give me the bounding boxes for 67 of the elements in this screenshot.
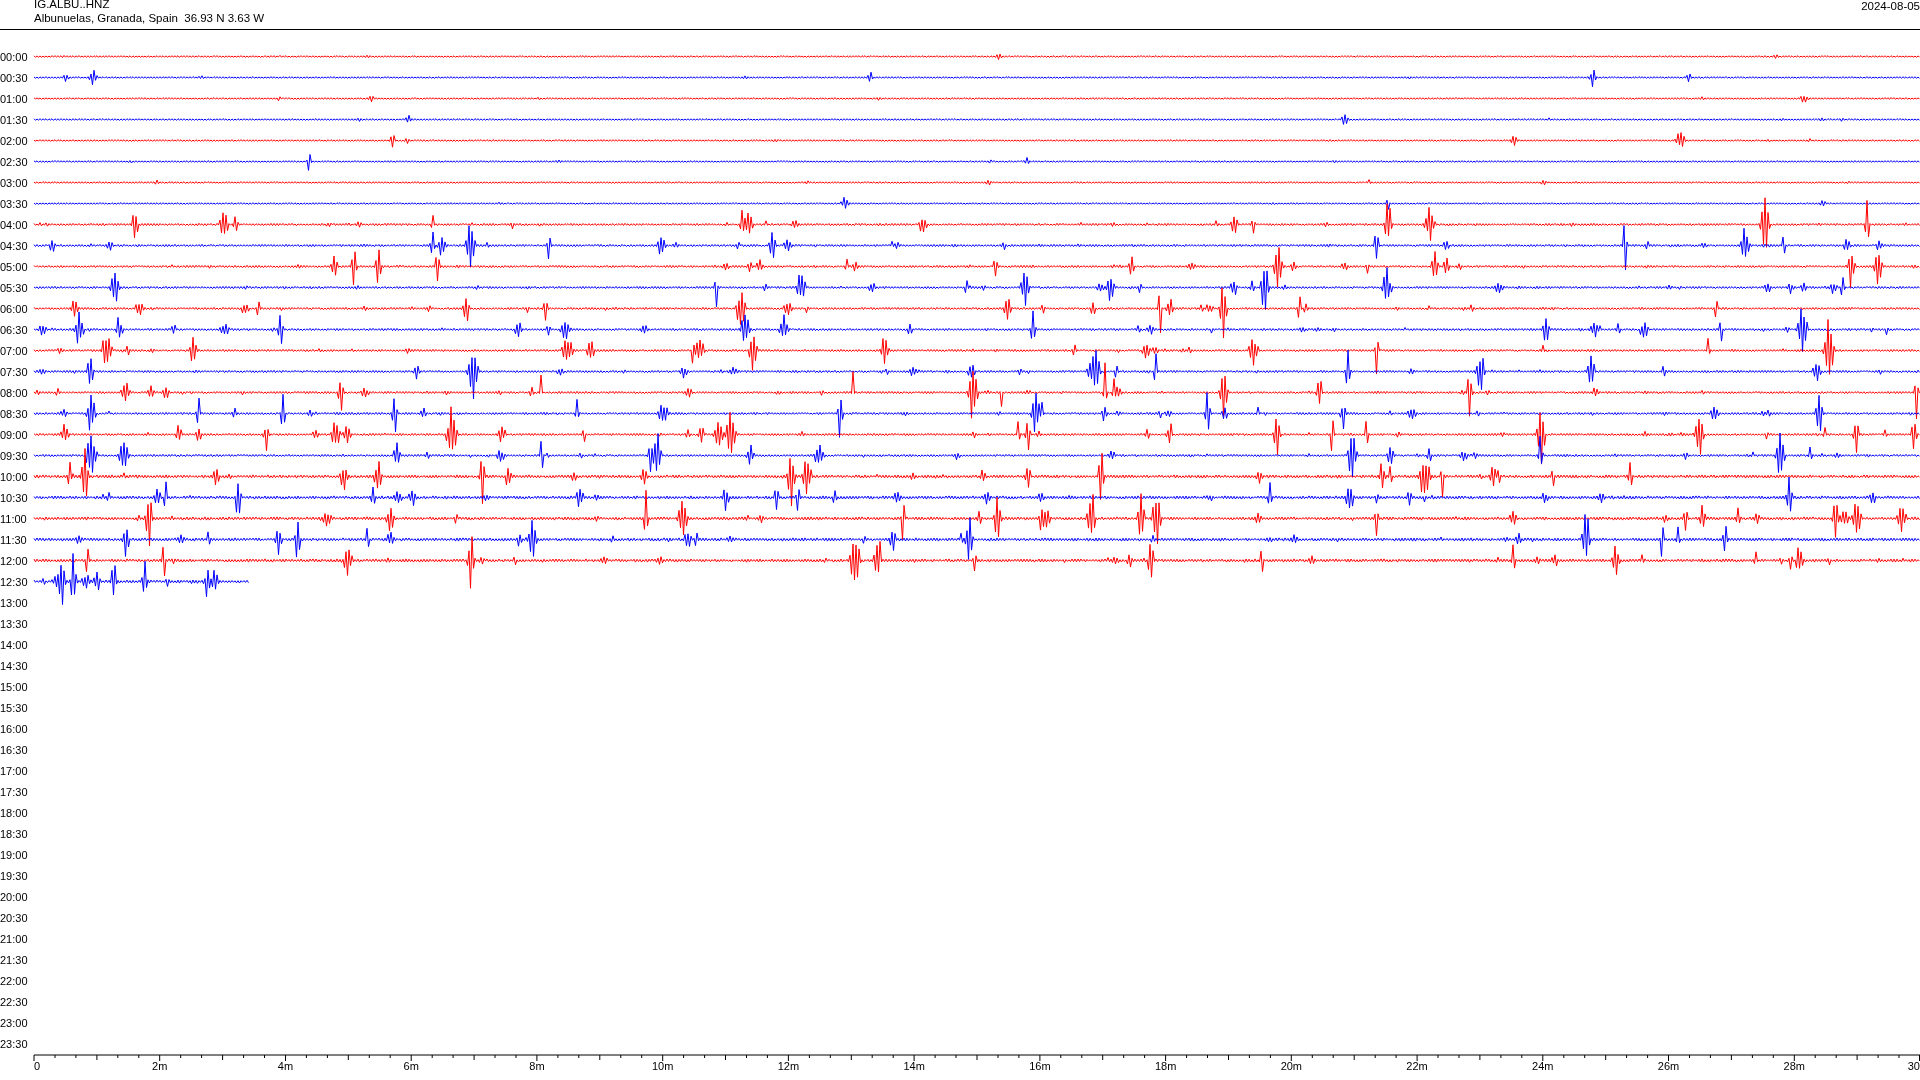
- time-label: 13:30: [0, 617, 29, 630]
- time-label: 04:30: [0, 239, 29, 252]
- time-label: 21:00: [0, 932, 29, 945]
- time-label: 22:00: [0, 974, 29, 987]
- time-label: 16:30: [0, 743, 29, 756]
- time-label: 23:00: [0, 1016, 29, 1029]
- axis-tick-label: 6m: [403, 1060, 419, 1072]
- time-label: 19:30: [0, 869, 29, 882]
- time-label: 11:30: [0, 533, 28, 546]
- axis-tick-label: 30: [1907, 1060, 1920, 1072]
- station-code: IG.ALBU..HNZ: [34, 0, 111, 11]
- axis-tick-label: 12m: [777, 1060, 800, 1072]
- time-label: 20:30: [0, 911, 29, 924]
- time-label: 17:30: [0, 785, 29, 798]
- time-label: 10:00: [0, 470, 29, 483]
- axis-tick-label: 2m: [152, 1060, 168, 1072]
- time-label: 19:00: [0, 848, 29, 861]
- axis-tick-label: 22m: [1406, 1060, 1428, 1072]
- time-label: 05:00: [0, 260, 29, 273]
- time-label: 14:00: [0, 638, 29, 651]
- time-label: 08:00: [0, 386, 29, 399]
- time-label: 01:00: [0, 92, 29, 105]
- time-label: 17:00: [0, 764, 29, 777]
- time-label: 09:30: [0, 449, 29, 462]
- axis-tick-label: 18m: [1154, 1060, 1177, 1072]
- time-label: 11:00: [0, 512, 28, 525]
- axis-tick-label: 16m: [1029, 1060, 1051, 1072]
- axis-tick-label: 4m: [277, 1060, 294, 1072]
- axis-tick-label: 26m: [1657, 1060, 1680, 1072]
- time-label: 02:00: [0, 134, 29, 147]
- time-label: 04:00: [0, 218, 29, 231]
- time-label: 00:00: [0, 50, 29, 63]
- axis-tick-label: 24m: [1532, 1060, 1554, 1072]
- time-label: 23:30: [0, 1037, 29, 1050]
- axis-tick-label: 10m: [651, 1060, 674, 1072]
- time-label: 20:00: [0, 890, 29, 903]
- time-label: 01:30: [0, 113, 29, 126]
- time-label: 12:30: [0, 575, 29, 588]
- axis-tick-label: 20m: [1280, 1060, 1303, 1072]
- time-label: 03:00: [0, 176, 29, 189]
- time-label: 06:30: [0, 323, 29, 336]
- time-label: 22:30: [0, 995, 29, 1008]
- axis-tick-label: 0: [34, 1060, 41, 1072]
- time-label: 12:00: [0, 554, 29, 567]
- time-label: 07:30: [0, 365, 29, 378]
- axis-tick-label: 14m: [903, 1060, 925, 1072]
- time-label: 00:30: [0, 71, 29, 84]
- time-label: 09:00: [0, 428, 29, 441]
- time-label: 03:30: [0, 197, 29, 210]
- time-label: 15:30: [0, 701, 29, 714]
- time-label: 02:30: [0, 155, 29, 168]
- time-label: 15:00: [0, 680, 29, 693]
- axis-tick-label: 28m: [1783, 1060, 1805, 1072]
- axis-tick-label: 8m: [529, 1060, 545, 1072]
- plot-date: 2024-08-05: [1861, 0, 1920, 13]
- time-label: 21:30: [0, 953, 29, 966]
- time-label: 16:00: [0, 722, 29, 735]
- time-label: 13:00: [0, 596, 29, 609]
- time-label: 14:30: [0, 659, 29, 672]
- time-label: 08:30: [0, 407, 29, 420]
- time-label: 06:00: [0, 302, 29, 315]
- station-location: Albunuelas, Granada, Spain 36.93 N 3.63 W: [34, 11, 265, 25]
- time-label: 10:30: [0, 491, 29, 504]
- time-label: 18:30: [0, 827, 29, 840]
- time-label: 07:00: [0, 344, 29, 357]
- time-label: 18:00: [0, 806, 29, 819]
- time-label: 05:30: [0, 281, 29, 294]
